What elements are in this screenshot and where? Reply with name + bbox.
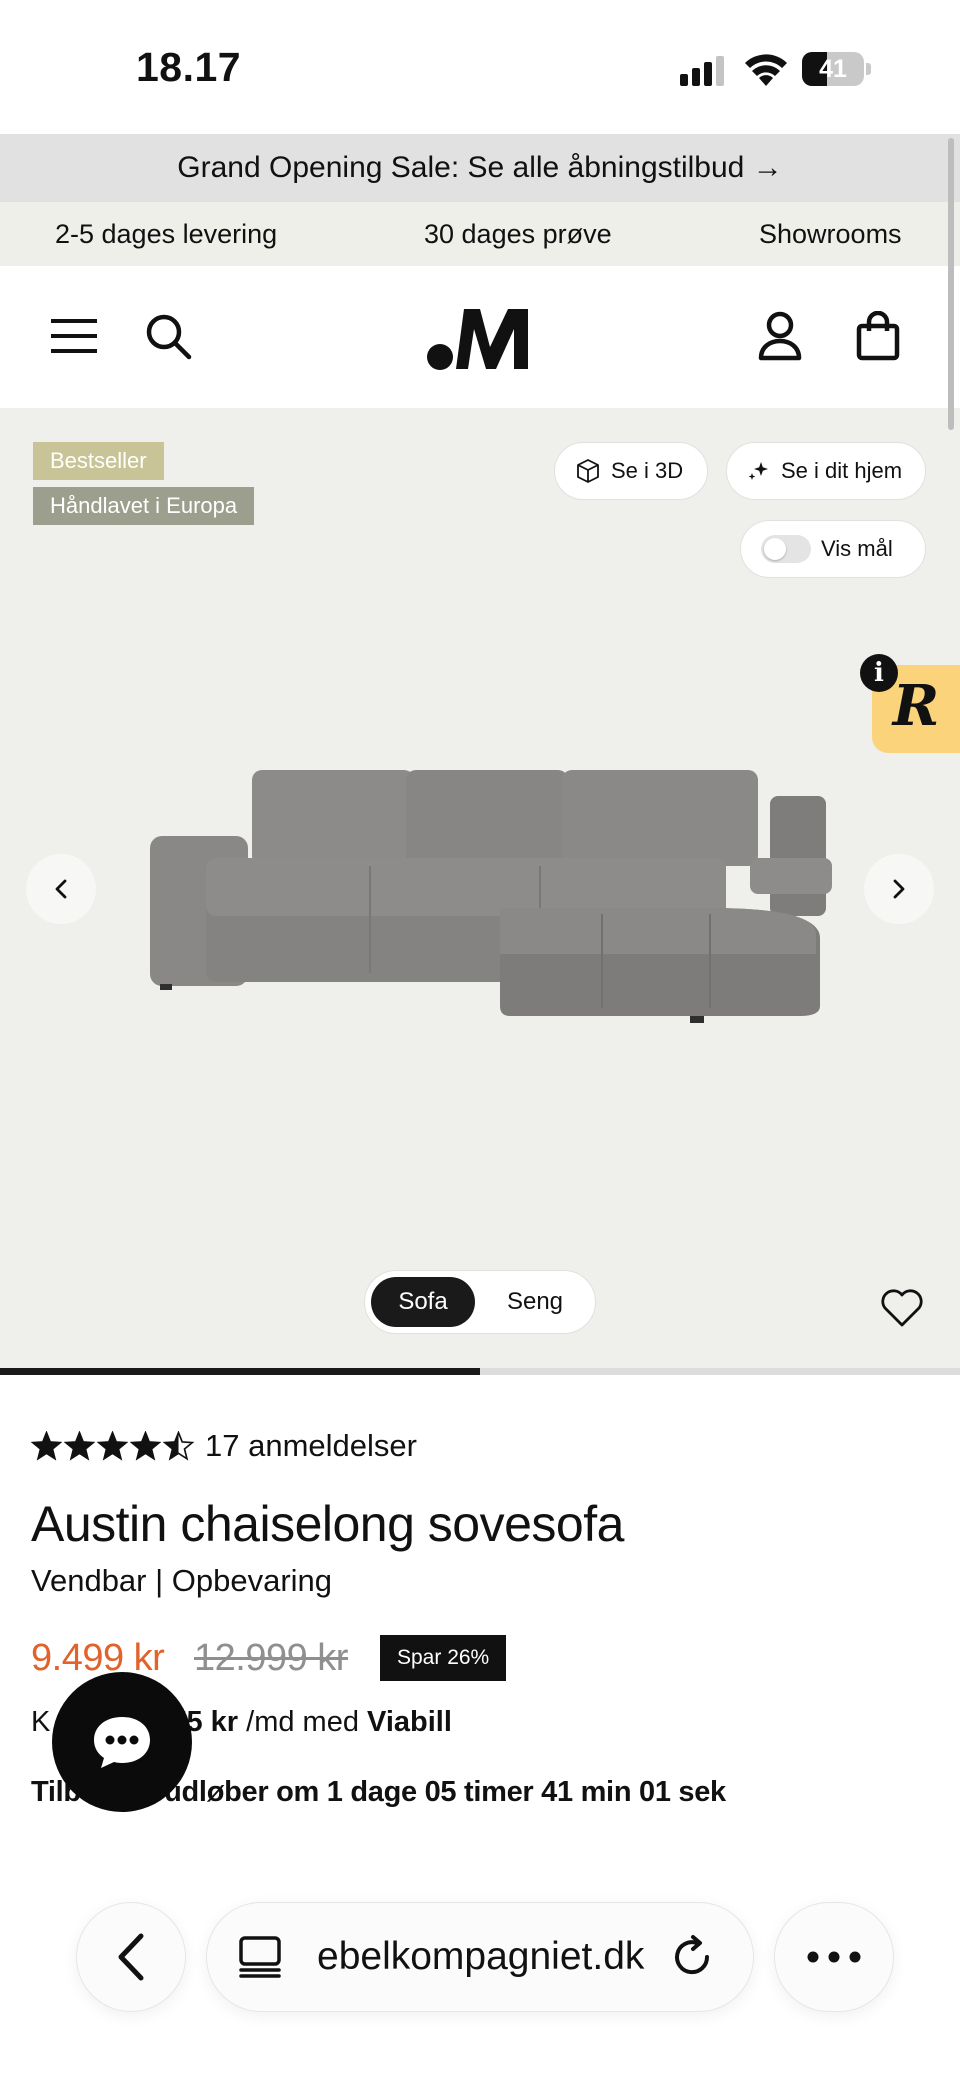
- product-gallery[interactable]: Bestseller Håndlavet i Europa Se i 3D Se…: [0, 408, 960, 1370]
- search-button[interactable]: [140, 308, 196, 364]
- site-logo[interactable]: [420, 300, 540, 376]
- usp-delivery: 2-5 dages levering: [55, 219, 278, 249]
- usp-trial: 30 dages prøve: [424, 219, 612, 249]
- wifi-icon: [745, 54, 787, 86]
- search-icon: [146, 314, 192, 360]
- reload-icon[interactable]: [669, 1934, 715, 1980]
- shopping-bag-icon: [856, 311, 900, 361]
- product-title: Austin chaiselong sovesofa: [31, 1496, 624, 1552]
- view-in-home-label: Se i dit hjem: [781, 458, 903, 483]
- cellular-signal-icon: [680, 56, 724, 86]
- logo-icon: [427, 309, 528, 370]
- chevron-right-icon: [893, 879, 905, 899]
- variant-sofa-option[interactable]: Sofa: [371, 1277, 475, 1327]
- sofa-product-image: [150, 770, 832, 1023]
- gallery-prev-button[interactable]: [26, 854, 96, 924]
- browser-toolbar: ebelkompagniet.dk: [0, 1880, 960, 2086]
- heart-icon: [881, 1289, 923, 1327]
- cube-icon: [577, 459, 599, 483]
- cart-button[interactable]: [850, 308, 906, 364]
- gallery-next-button[interactable]: [864, 854, 934, 924]
- usp-showrooms[interactable]: Showrooms: [759, 202, 902, 266]
- menu-button[interactable]: [46, 310, 102, 362]
- menu-icon: [51, 319, 97, 353]
- browser-more-button[interactable]: [774, 1902, 894, 2012]
- address-bar[interactable]: ebelkompagniet.dk: [206, 1902, 754, 2012]
- chevron-left-icon: [55, 879, 67, 899]
- account-icon: [758, 311, 802, 361]
- financing-provider[interactable]: Viabill: [367, 1706, 452, 1738]
- browser-back-button[interactable]: [76, 1902, 186, 2012]
- financing-mid: /md med: [246, 1706, 359, 1738]
- promo-banner[interactable]: Grand Opening Sale: Se alle åbningstilbu…: [0, 134, 960, 202]
- promo-banner-text[interactable]: Grand Opening Sale: Se alle åbningstilbu…: [177, 151, 782, 184]
- page-scrollbar[interactable]: [948, 138, 954, 430]
- usp-bar: 2-5 dages levering 30 dages prøve Showro…: [0, 202, 960, 266]
- star-full-icon: [64, 1431, 95, 1461]
- site-header: [0, 266, 960, 408]
- tab-overview-icon: [239, 1936, 281, 1978]
- chat-bubble-icon: [94, 1717, 150, 1768]
- star-full-icon: [130, 1431, 161, 1461]
- wishlist-button[interactable]: [876, 1284, 928, 1332]
- star-full-icon: [97, 1431, 128, 1461]
- battery-level: 41: [819, 55, 847, 83]
- product-subtitle: Vendbar | Opbevaring: [31, 1563, 333, 1598]
- current-price: 9.499 kr: [31, 1637, 165, 1679]
- view-3d-button[interactable]: Se i 3D: [554, 442, 708, 500]
- rating-stars[interactable]: [31, 1431, 194, 1461]
- handmade-badge: Håndlavet i Europa: [33, 487, 255, 525]
- view-in-home-button[interactable]: Se i dit hjem: [726, 442, 926, 500]
- bestseller-badge: Bestseller: [33, 442, 164, 480]
- original-price: 12.999 kr: [194, 1637, 348, 1679]
- gallery-progress-bar: [0, 1368, 960, 1375]
- back-arrow-icon: [118, 1933, 144, 1981]
- info-icon[interactable]: i: [860, 654, 898, 692]
- account-button[interactable]: [752, 308, 808, 364]
- view-3d-label: Se i 3D: [611, 458, 684, 483]
- chat-button[interactable]: [52, 1672, 192, 1812]
- more-options-icon: [807, 1951, 861, 1963]
- variant-bed-option[interactable]: Seng: [483, 1277, 587, 1327]
- url-text[interactable]: ebelkompagniet.dk: [317, 1935, 644, 1978]
- sparkles-icon: [748, 462, 768, 480]
- battery-icon: 41: [802, 52, 872, 86]
- status-time: 18.17: [136, 44, 242, 90]
- star-full-icon: [31, 1431, 62, 1461]
- show-dimensions-label: Vis mål: [821, 536, 893, 561]
- status-bar: 18.17 41: [0, 0, 960, 134]
- star-half-icon: [163, 1431, 194, 1461]
- show-dimensions-toggle[interactable]: Vis mål: [740, 520, 926, 578]
- reviews-link[interactable]: 17 anmeldelser: [205, 1428, 417, 1464]
- financing-prefix: K: [31, 1706, 51, 1738]
- svg-text:R: R: [891, 673, 940, 739]
- toggle-switch[interactable]: [761, 535, 811, 563]
- variant-switch[interactable]: Sofa Seng: [364, 1270, 596, 1334]
- save-badge: Spar 26%: [380, 1635, 507, 1681]
